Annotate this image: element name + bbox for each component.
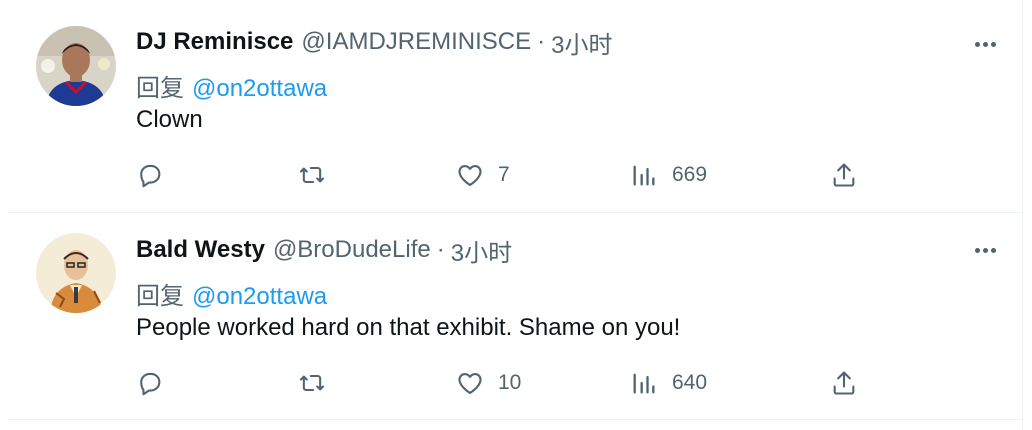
tweet-header: Bald Westy @BroDudeLife · 3小时: [136, 233, 512, 268]
timestamp[interactable]: 3小时: [451, 233, 512, 268]
views-button[interactable]: 640: [630, 363, 707, 403]
retweet-icon: [299, 374, 325, 392]
column-border: [1022, 0, 1023, 430]
author-name[interactable]: Bald Westy: [136, 236, 265, 264]
author-handle[interactable]: @IAMDJREMINISCE: [301, 28, 531, 56]
action-bar: 10 640: [136, 363, 876, 403]
tweet-text: Clown: [136, 106, 203, 133]
retweet-button[interactable]: [298, 155, 326, 195]
reply-label: 回复: [136, 75, 184, 102]
author-name[interactable]: DJ Reminisce: [136, 28, 293, 56]
tweet[interactable]: DJ Reminisce @IAMDJREMINISCE · 3小时 回复 @on…: [8, 0, 1022, 213]
views-count: 640: [672, 371, 708, 394]
tweet[interactable]: Bald Westy @BroDudeLife · 3小时 回复 @on2otta…: [8, 213, 1022, 420]
like-button[interactable]: 10: [456, 363, 521, 403]
reply-bubble-icon: [140, 164, 161, 188]
heart-icon: [458, 164, 482, 186]
separator: ·: [436, 236, 445, 263]
more-dots-icon[interactable]: [970, 29, 1000, 59]
reply-button[interactable]: [136, 155, 164, 195]
reply-button[interactable]: [136, 363, 164, 403]
mention-link[interactable]: @on2ottawa: [192, 75, 327, 102]
like-count: 7: [498, 163, 510, 186]
timestamp[interactable]: 3小时: [551, 25, 612, 60]
reply-label: 回复: [136, 283, 184, 310]
share-button[interactable]: [830, 155, 858, 195]
share-button[interactable]: [830, 363, 858, 403]
like-button[interactable]: 7: [456, 155, 510, 195]
avatar[interactable]: [36, 26, 116, 106]
avatar[interactable]: [36, 233, 116, 313]
share-upload-icon: [833, 163, 855, 187]
tweet-text: People worked hard on that exhibit. Sham…: [136, 314, 681, 341]
mention-link[interactable]: @on2ottawa: [192, 283, 327, 310]
heart-icon: [458, 372, 482, 394]
separator: ·: [537, 28, 546, 55]
share-upload-icon: [833, 371, 855, 395]
author-handle[interactable]: @BroDudeLife: [273, 236, 431, 264]
tweet-header: DJ Reminisce @IAMDJREMINISCE · 3小时: [136, 25, 612, 60]
retweet-button[interactable]: [298, 363, 326, 403]
views-chart-icon: [633, 373, 655, 394]
replying-to: 回复 @on2ottawa: [136, 276, 327, 311]
replying-to: 回复 @on2ottawa: [136, 68, 327, 103]
retweet-icon: [299, 166, 325, 184]
reply-bubble-icon: [140, 372, 161, 396]
views-chart-icon: [633, 165, 655, 186]
views-button[interactable]: 669: [630, 155, 707, 195]
more-dots-icon[interactable]: [970, 235, 1000, 265]
timeline: DJ Reminisce @IAMDJREMINISCE · 3小时 回复 @on…: [0, 0, 1023, 430]
action-bar: 7 669: [136, 155, 876, 195]
like-count: 10: [498, 371, 522, 394]
views-count: 669: [672, 163, 708, 186]
